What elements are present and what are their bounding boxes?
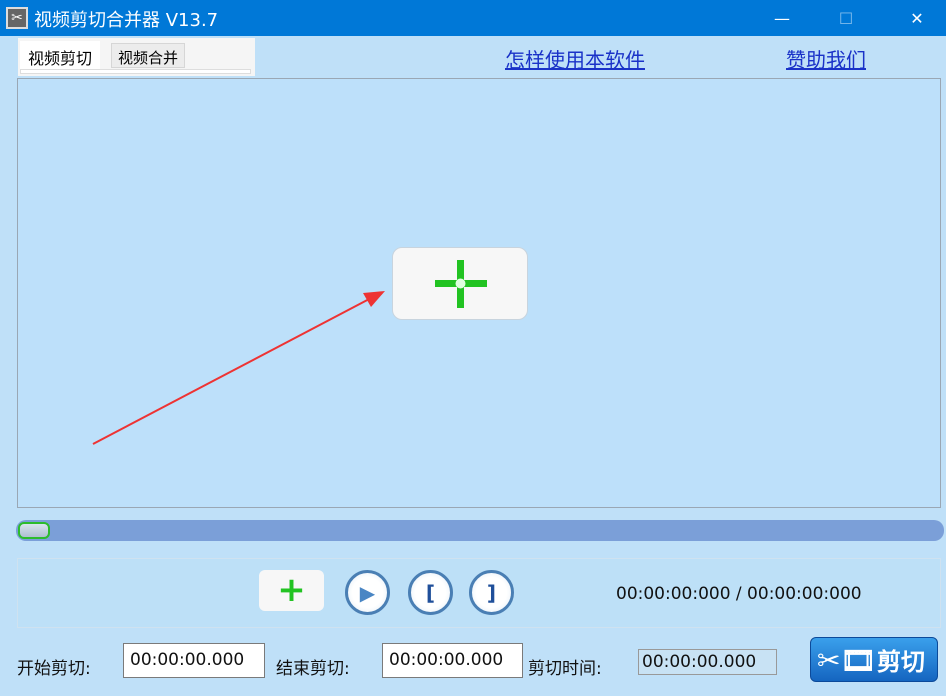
video-preview-area <box>17 78 941 508</box>
add-file-button[interactable]: + <box>259 570 324 611</box>
cut-button-label: 剪切 <box>877 648 925 676</box>
maximize-button[interactable]: ☐ <box>823 0 869 36</box>
end-cut-label: 结束剪切: <box>276 659 350 679</box>
scissors-film-icon: ✂🎞 <box>817 644 877 677</box>
duration-label: 剪切时间: <box>528 659 602 679</box>
start-cut-label: 开始剪切: <box>17 659 91 679</box>
app-icon: ✂ <box>6 7 28 29</box>
red-arrow-annotation <box>92 291 385 445</box>
duration-field: 00:00:00.000 <box>638 649 777 675</box>
mark-out-button[interactable]: ] <box>469 570 514 615</box>
slider-handle[interactable] <box>18 522 50 539</box>
mark-in-button[interactable]: [ <box>408 570 453 615</box>
title-bar: ✂ 视频剪切合并器 V13.7 — ☐ ✕ <box>0 0 946 36</box>
tab-video-merge[interactable]: 视频合并 <box>111 43 186 68</box>
howto-link[interactable]: 怎样使用本软件 <box>505 44 645 73</box>
play-button[interactable]: ▶ <box>345 570 390 615</box>
tab-video-cut[interactable]: 视频剪切 <box>20 41 101 69</box>
tab-bar: 视频剪切 视频合并 <box>18 38 255 76</box>
sponsor-link[interactable]: 赞助我们 <box>786 44 866 73</box>
tab-underline <box>20 69 251 74</box>
progress-slider[interactable] <box>16 520 944 541</box>
start-cut-input[interactable]: 00:00:00.000 <box>123 643 265 678</box>
end-cut-input[interactable]: 00:00:00.000 <box>382 643 523 678</box>
window-title: 视频剪切合并器 V13.7 <box>34 10 219 31</box>
close-button[interactable]: ✕ <box>894 0 940 36</box>
cut-button[interactable]: ✂🎞 剪切 <box>810 637 938 682</box>
minimize-button[interactable]: — <box>759 0 805 36</box>
time-display: 00:00:00:000 / 00:00:00:000 <box>616 584 862 604</box>
